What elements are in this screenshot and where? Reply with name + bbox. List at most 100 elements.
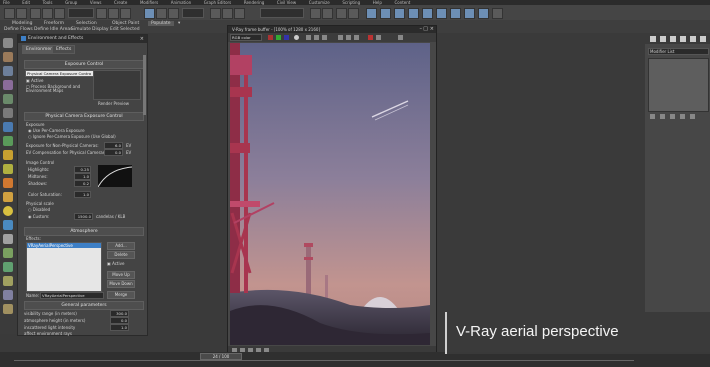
midtones-input[interactable]: 1.0: [74, 173, 91, 180]
display[interactable]: Display: [92, 27, 109, 32]
ev-compensation-input[interactable]: 0.0: [104, 149, 123, 156]
active-checkbox[interactable]: ▣ Active: [107, 261, 124, 266]
tab-freeform[interactable]: Freeform: [44, 21, 64, 26]
hierarchy-icon[interactable]: [3, 234, 13, 244]
motion-icon[interactable]: [3, 248, 13, 258]
lens-fx-icon[interactable]: [398, 35, 403, 40]
ribbon-options-icon[interactable]: ▾: [178, 21, 180, 26]
tab-object-paint[interactable]: Object Paint: [112, 21, 139, 26]
align-icon[interactable]: [322, 8, 333, 19]
save-icon[interactable]: [306, 35, 311, 40]
display-icon[interactable]: [3, 262, 13, 272]
select-by-name-icon[interactable]: [108, 8, 119, 19]
tools-icon[interactable]: [3, 290, 13, 300]
sort-icon[interactable]: [3, 108, 13, 118]
tab-modeling[interactable]: Modeling: [12, 21, 32, 26]
sun-icon[interactable]: [3, 206, 13, 216]
layer-icon[interactable]: [336, 8, 347, 19]
select-object-icon[interactable]: [3, 38, 13, 48]
remove-modifier-icon[interactable]: [680, 114, 685, 119]
move-up-button[interactable]: Move Up: [107, 271, 135, 279]
minimize-icon[interactable]: –: [420, 26, 423, 32]
disabled-radio[interactable]: ○ Disabled: [28, 207, 50, 212]
dialog-scrollbar[interactable]: [143, 55, 146, 115]
alpha-icon[interactable]: [294, 35, 299, 40]
pin-stack-icon[interactable]: [650, 114, 655, 119]
explorer-icon[interactable]: [3, 80, 13, 90]
hierarchy-tab-icon[interactable]: [670, 36, 676, 42]
motion-tab-icon[interactable]: [680, 36, 686, 42]
blue-channel-icon[interactable]: [284, 35, 289, 40]
spacewarps-icon[interactable]: [3, 192, 13, 202]
timeline[interactable]: 24 / 100: [0, 352, 710, 367]
define-idle-areas[interactable]: Define Idle Areas: [34, 27, 72, 32]
vray-light-icon[interactable]: [464, 8, 475, 19]
render-setup-icon[interactable]: [394, 8, 405, 19]
green-channel-icon[interactable]: [276, 35, 281, 40]
helpers-icon[interactable]: [3, 178, 13, 188]
curve-editor-icon[interactable]: [348, 8, 359, 19]
particles-icon[interactable]: [3, 304, 13, 314]
render-preview-button[interactable]: Render Preview: [98, 101, 129, 106]
render-icon[interactable]: [422, 8, 433, 19]
create-tab-icon[interactable]: [650, 36, 656, 42]
red-channel-icon[interactable]: [268, 35, 273, 40]
rendered-frame-window-icon[interactable]: [408, 8, 419, 19]
custom-scale-input[interactable]: 1500.0: [74, 213, 93, 220]
maximize-icon[interactable]: □: [423, 26, 428, 32]
effects-list[interactable]: VRayAerialPerspective: [26, 242, 102, 292]
snap-icon[interactable]: [210, 8, 221, 19]
vray-fur-icon[interactable]: [492, 8, 503, 19]
link-icon[interactable]: [30, 8, 41, 19]
redo-icon[interactable]: [16, 8, 27, 19]
process-bg-checkbox-label[interactable]: ▢ Process Background and Environment Map…: [26, 85, 81, 93]
rotate-icon[interactable]: [156, 8, 167, 19]
move-down-button[interactable]: Move Down: [107, 280, 135, 288]
custom-radio[interactable]: ◉ Custom:: [28, 214, 49, 219]
edit-selected[interactable]: Edit Selected: [110, 27, 140, 32]
exposure-control-rollout[interactable]: Exposure Control: [24, 60, 144, 69]
stop-render-icon[interactable]: [368, 35, 373, 40]
simulate[interactable]: Simulate: [71, 27, 91, 32]
scale-icon[interactable]: [168, 8, 179, 19]
atmosphere-rollout[interactable]: Atmosphere: [24, 227, 144, 236]
undo-icon[interactable]: [4, 8, 15, 19]
configure-modifier-sets-icon[interactable]: [690, 114, 695, 119]
list-item[interactable]: VRayAerialPerspective: [27, 243, 101, 248]
ignore-per-camera-radio[interactable]: ○ Ignore Per-Camera Exposure (Use Global…: [28, 134, 116, 139]
systems-icon[interactable]: [3, 220, 13, 230]
unlink-icon[interactable]: [42, 8, 53, 19]
physical-camera-rollout[interactable]: Physical Camera Exposure Control: [24, 112, 144, 121]
reference-coord-dropdown[interactable]: [182, 8, 204, 18]
modify-tab-icon[interactable]: [660, 36, 666, 42]
lights-icon[interactable]: [3, 150, 13, 160]
view-icon[interactable]: [3, 66, 13, 76]
channel-dropdown[interactable]: RGB color: [230, 34, 262, 41]
highlights-input[interactable]: 0.25: [74, 166, 91, 173]
use-per-camera-radio[interactable]: ◉ Use Per-Camera Exposure: [28, 128, 85, 133]
render-last-icon[interactable]: [376, 35, 381, 40]
load-icon[interactable]: [314, 35, 319, 40]
merge-button[interactable]: Merge: [107, 291, 135, 299]
display-tab-icon[interactable]: [690, 36, 696, 42]
angle-snap-icon[interactable]: [222, 8, 233, 19]
tab-populate[interactable]: Populate: [148, 21, 174, 26]
interactive-icon[interactable]: [354, 35, 359, 40]
delete-button[interactable]: Delete: [107, 251, 135, 259]
inscattered-light-input[interactable]: 1.0: [110, 324, 129, 331]
vray-icon[interactable]: [436, 8, 447, 19]
utilities-tab-icon[interactable]: [700, 36, 706, 42]
exposure-type-dropdown[interactable]: Physical Camera Exposure Contro: [25, 70, 95, 77]
tab-effects[interactable]: Effects: [52, 45, 76, 54]
show-end-result-icon[interactable]: [660, 114, 665, 119]
visibility-range-input[interactable]: 300.0: [110, 310, 129, 317]
bind-icon[interactable]: [54, 8, 65, 19]
percent-snap-icon[interactable]: [234, 8, 245, 19]
time-slider[interactable]: 24 / 100: [200, 353, 242, 360]
track-mouse-icon[interactable]: [346, 35, 351, 40]
geometry-icon[interactable]: [3, 122, 13, 132]
region-icon[interactable]: [338, 35, 343, 40]
make-unique-icon[interactable]: [670, 114, 675, 119]
clear-icon[interactable]: [322, 35, 327, 40]
define-flows[interactable]: Define Flows: [4, 27, 33, 32]
